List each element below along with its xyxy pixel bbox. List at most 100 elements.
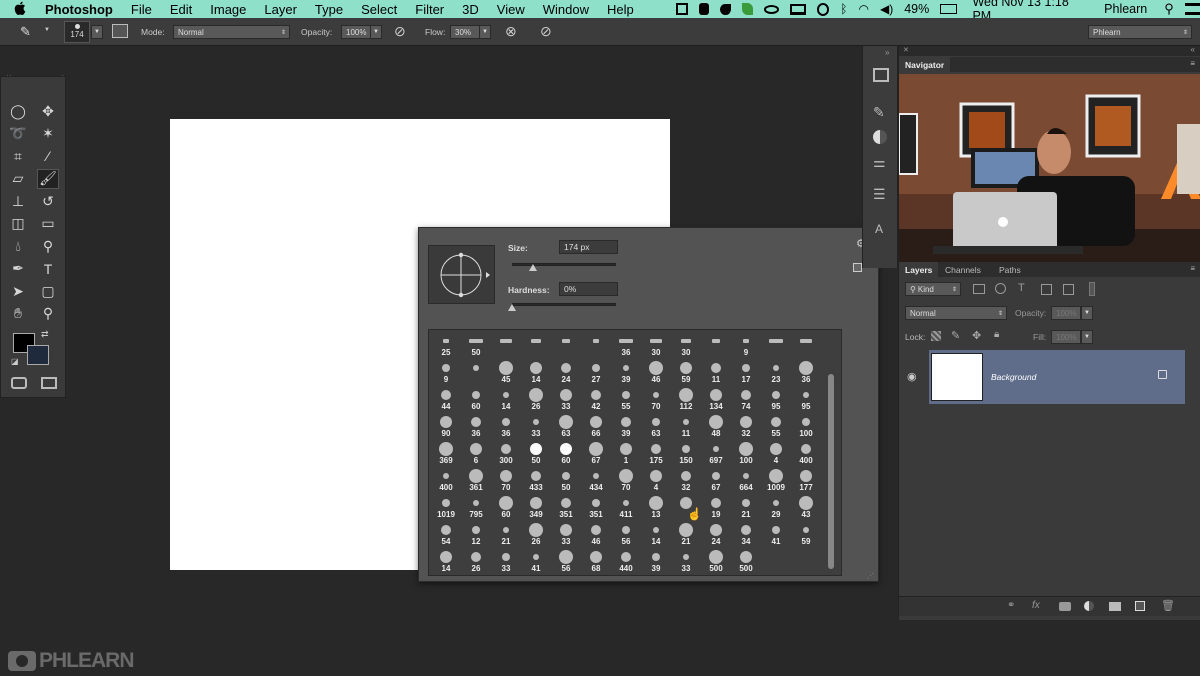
size-slider-track[interactable] — [512, 263, 616, 266]
menu-window[interactable]: Window — [534, 2, 598, 17]
wifi-icon[interactable]: ◠ — [858, 2, 868, 16]
history-icon[interactable] — [873, 68, 889, 82]
apple-icon[interactable] — [0, 1, 36, 18]
time-machine-icon[interactable] — [816, 2, 830, 16]
grid-scrollbar[interactable] — [828, 374, 834, 569]
brush-size-dropdown-arrow[interactable]: ▼ — [91, 25, 103, 39]
brush-preset[interactable]: 55 — [611, 385, 641, 412]
leaf-icon[interactable] — [741, 3, 753, 15]
new-group-icon[interactable] — [1109, 602, 1121, 611]
brush-preset[interactable]: 33 — [551, 385, 581, 412]
brush-preset[interactable]: 795 — [461, 493, 491, 520]
brush-preset[interactable]: 411 — [611, 493, 641, 520]
brush-preset[interactable]: 67 — [581, 439, 611, 466]
flow-field[interactable]: 30% — [450, 25, 480, 39]
gradient-icon[interactable]: ▭ — [37, 214, 59, 234]
brush-preset[interactable]: 59 — [671, 358, 701, 385]
hardness-slider-track[interactable] — [512, 303, 616, 306]
brush-preset[interactable]: 9 — [731, 331, 761, 358]
close-icon[interactable]: ✕ — [903, 46, 909, 54]
screen-mode-icon[interactable] — [41, 377, 57, 389]
filter-type-icon[interactable]: T — [1018, 282, 1025, 294]
brush-preset[interactable]: 54 — [431, 520, 461, 547]
brush-preset[interactable]: 36 — [491, 412, 521, 439]
menu-select[interactable]: Select — [352, 2, 406, 17]
brush-preset[interactable]: 46 — [581, 520, 611, 547]
brush-preset[interactable]: 32 — [671, 466, 701, 493]
brush-preset[interactable]: 59 — [791, 520, 821, 547]
type-icon[interactable]: T — [37, 259, 59, 279]
brush-preset[interactable]: 369 — [431, 439, 461, 466]
brush-preset[interactable]: 70 — [491, 466, 521, 493]
brush-preset[interactable]: 41 — [761, 520, 791, 547]
brush-preset[interactable]: 21 — [731, 493, 761, 520]
brush-preset[interactable]: 6 — [461, 439, 491, 466]
brush-preset[interactable]: 150 — [671, 439, 701, 466]
adjustment-layer-icon[interactable] — [1084, 601, 1094, 611]
hardness-field[interactable]: 0% — [559, 282, 618, 296]
clone-stamp-icon[interactable]: ⊥ — [7, 191, 29, 211]
brush-preset-icon[interactable]: ✎ — [20, 24, 42, 39]
brush-preset[interactable]: 300 — [491, 439, 521, 466]
brush-preset[interactable] — [491, 331, 521, 358]
battery-icon[interactable] — [940, 4, 958, 14]
lock-position-icon[interactable]: ✥ — [972, 329, 981, 342]
tab-layers[interactable]: Layers — [899, 262, 939, 277]
magic-wand-icon[interactable]: ✶ — [37, 124, 59, 144]
new-layer-icon[interactable] — [1135, 601, 1145, 611]
marquee-icon[interactable]: ◯ — [7, 101, 29, 121]
brush-preset[interactable]: 90 — [431, 412, 461, 439]
brush-preset[interactable]: 60 — [491, 493, 521, 520]
filter-shape-icon[interactable] — [1041, 284, 1052, 295]
menu-app-name[interactable]: Photoshop — [36, 2, 122, 17]
brush-preset[interactable]: 11 — [671, 412, 701, 439]
menu-layer[interactable]: Layer — [255, 2, 306, 17]
brush-panel-toggle-icon[interactable] — [112, 24, 128, 38]
rectangle-icon[interactable]: ▢ — [37, 281, 59, 301]
chevron-down-icon[interactable]: ▼ — [44, 27, 50, 33]
brush-preset[interactable]: 27 — [581, 358, 611, 385]
brush-preset[interactable]: 14 — [431, 547, 461, 574]
user-name[interactable]: Phlearn — [1104, 2, 1147, 16]
hand-icon[interactable]: ✋︎ — [7, 304, 29, 324]
brush-preset[interactable]: 351 — [551, 493, 581, 520]
brush-preset[interactable]: 30 — [671, 331, 701, 358]
brush-preset[interactable]: 67 — [701, 466, 731, 493]
menu-edit[interactable]: Edit — [161, 2, 201, 17]
brush-preset[interactable]: 14 — [641, 520, 671, 547]
zoom-icon[interactable]: ⚲ — [37, 304, 59, 324]
character-icon[interactable]: A — [875, 222, 883, 236]
delete-layer-icon[interactable]: 🗑︎ — [1161, 599, 1175, 612]
panel-menu-icon[interactable]: ≡ — [1190, 264, 1195, 273]
brush-preset[interactable]: 55 — [761, 412, 791, 439]
brush-preset[interactable]: 70 — [641, 385, 671, 412]
lock-paint-icon[interactable]: ✎ — [951, 329, 960, 342]
collapse-icon[interactable]: « — [1191, 45, 1195, 54]
brush-preset[interactable]: 36 — [461, 412, 491, 439]
brush-preset[interactable]: 664 — [731, 466, 761, 493]
brush-preset[interactable]: 177 — [791, 466, 821, 493]
brush-preset[interactable]: 24 — [701, 520, 731, 547]
flow-dropdown-arrow[interactable]: ▼ — [479, 25, 491, 39]
tab-paths[interactable]: Paths — [993, 262, 1027, 277]
fill-field[interactable]: 100% — [1051, 330, 1081, 344]
dodge-icon[interactable]: ⚲ — [37, 236, 59, 256]
brush-preset[interactable]: 29 — [761, 493, 791, 520]
brush-preset[interactable]: 500 — [701, 547, 731, 574]
brush-preset[interactable]: 50 — [551, 466, 581, 493]
airbrush-icon[interactable]: ⊗ — [505, 23, 517, 40]
brush-preset[interactable]: 17 — [731, 358, 761, 385]
brush-preset[interactable]: 1009 — [761, 466, 791, 493]
fill-arrow[interactable]: ▼ — [1081, 330, 1093, 344]
healing-brush-icon[interactable]: ▱ — [7, 169, 29, 189]
brush-preset[interactable]: 21 — [671, 520, 701, 547]
brush-preset[interactable]: 100 — [731, 439, 761, 466]
navigator-preview[interactable] — [899, 74, 1200, 264]
airplay-icon[interactable] — [790, 3, 806, 15]
tab-navigator[interactable]: Navigator — [899, 57, 951, 72]
eyedropper-icon[interactable]: ⁄ — [37, 146, 59, 166]
brush-panel-icon[interactable]: ✎ — [873, 104, 885, 121]
brush-preset[interactable]: 400 — [431, 466, 461, 493]
brush-preset[interactable]: 24 — [551, 358, 581, 385]
brush-preset[interactable]: 43 — [791, 493, 821, 520]
